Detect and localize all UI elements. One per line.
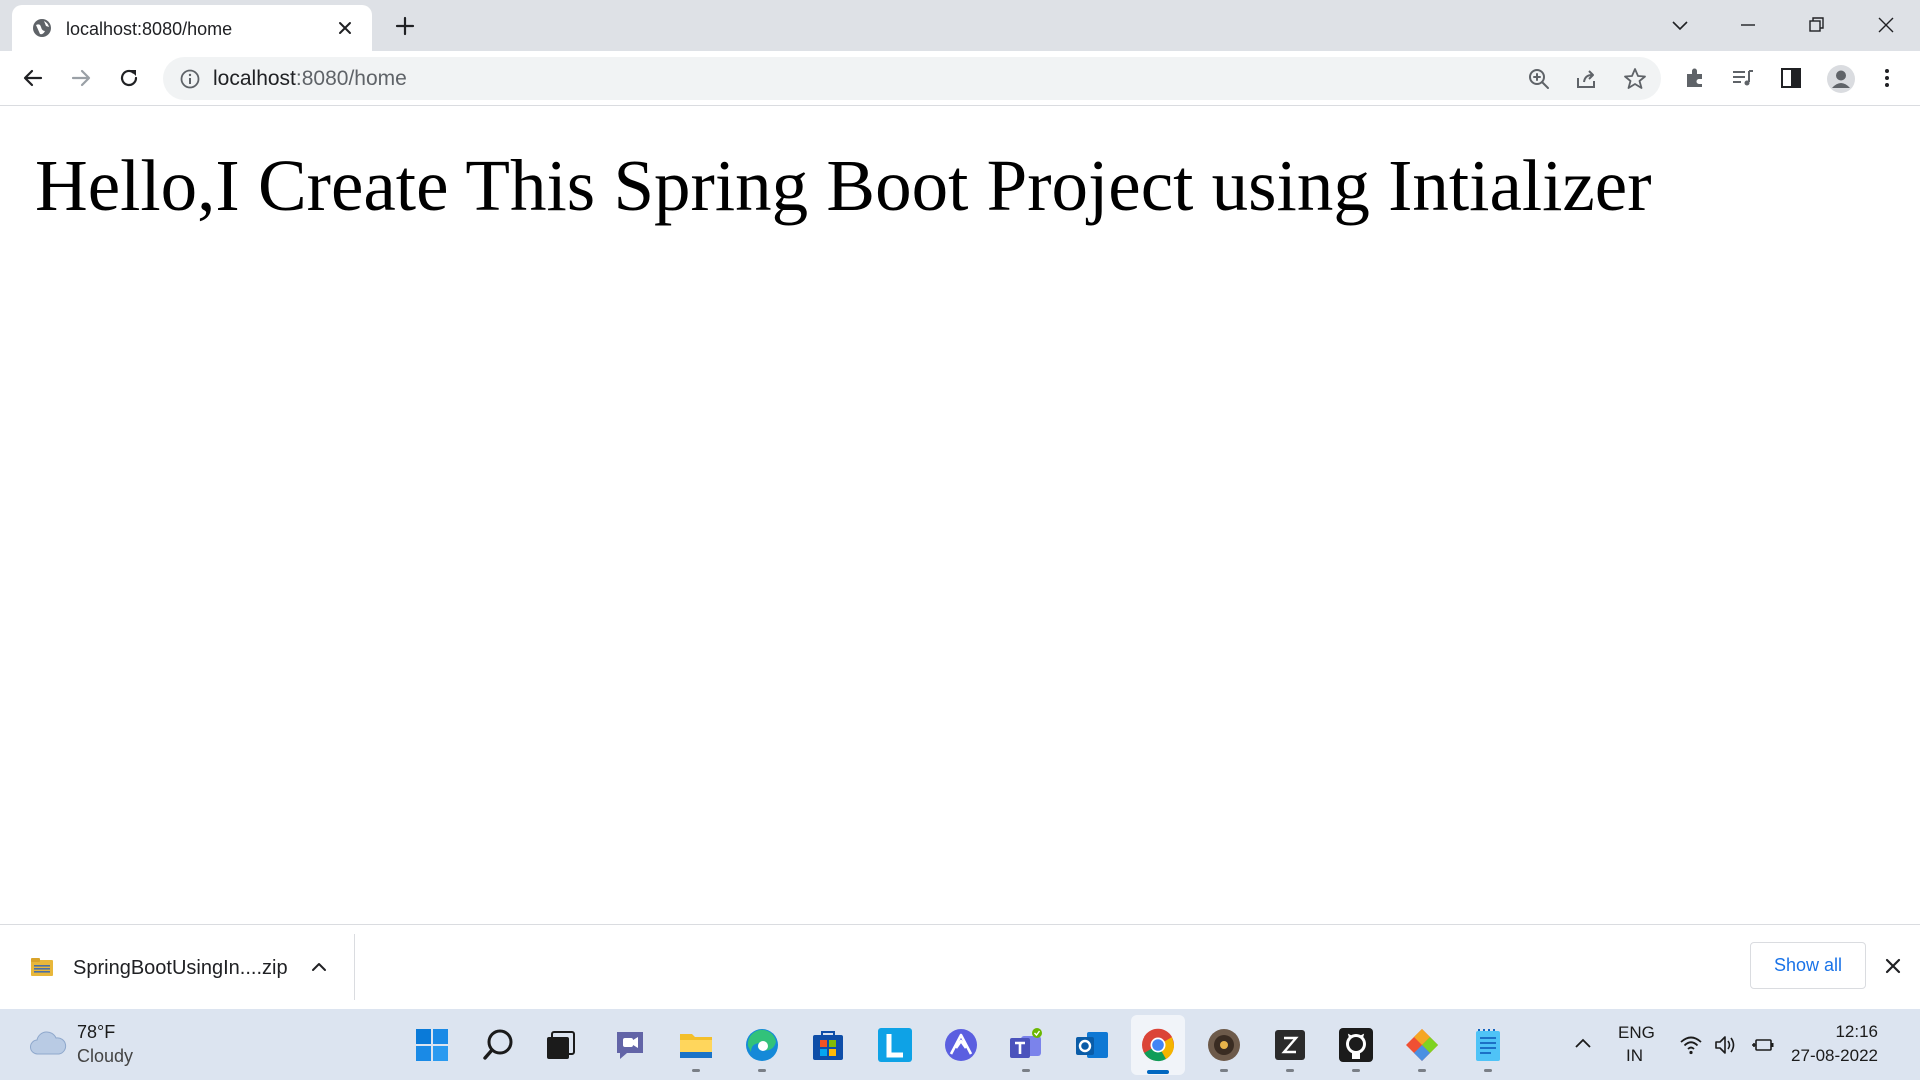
reload-icon[interactable]: [116, 65, 142, 91]
task-view-icon[interactable]: [541, 1026, 579, 1064]
browser-toolbar: localhost:8080/home: [0, 51, 1920, 106]
volume-icon[interactable]: [1713, 1033, 1737, 1057]
language-code: ENG: [1618, 1023, 1655, 1042]
browser-tab[interactable]: localhost:8080/home: [12, 5, 372, 51]
web-page: Hello,I Create This Spring Boot Project …: [0, 106, 1920, 924]
chat-icon[interactable]: [611, 1026, 649, 1064]
battery-icon[interactable]: [1751, 1033, 1775, 1057]
github-icon[interactable]: [1337, 1026, 1375, 1064]
wifi-icon[interactable]: [1679, 1033, 1703, 1057]
running-indicator: [1484, 1069, 1492, 1072]
edge-browser-icon[interactable]: [743, 1026, 781, 1064]
reading-list-icon[interactable]: [1730, 65, 1756, 91]
page-heading: Hello,I Create This Spring Boot Project …: [35, 145, 1652, 226]
url-text[interactable]: localhost:8080/home: [213, 67, 407, 91]
microsoft-store-icon[interactable]: [809, 1026, 847, 1064]
site-info-icon[interactable]: [179, 68, 201, 90]
git-icon[interactable]: [1403, 1026, 1441, 1064]
back-icon[interactable]: [20, 65, 46, 91]
app-a-icon[interactable]: [942, 1026, 980, 1064]
z-app-icon[interactable]: [1271, 1026, 1309, 1064]
chrome-icon[interactable]: [1139, 1026, 1177, 1064]
ide-app-icon[interactable]: [1205, 1026, 1243, 1064]
running-indicator: [1286, 1069, 1294, 1072]
url-host: localhost: [213, 67, 296, 90]
lens-app-icon[interactable]: [876, 1026, 914, 1064]
side-panel-icon[interactable]: [1778, 65, 1804, 91]
download-file-name: SpringBootUsingIn....zip: [73, 957, 288, 979]
extensions-icon[interactable]: [1682, 65, 1708, 91]
chevron-up-icon[interactable]: [309, 957, 329, 977]
download-shelf: SpringBootUsingIn....zip Show all: [0, 924, 1920, 1009]
windows-taskbar: 78°F Cloudy ENG IN 12:16 27-08-2022: [0, 1009, 1920, 1080]
clock-date: 27-08-2022: [1791, 1046, 1878, 1065]
close-window-icon[interactable]: [1871, 10, 1901, 40]
teams-icon[interactable]: [1007, 1026, 1045, 1064]
tab-title: localhost:8080/home: [66, 19, 233, 39]
cloud-icon: [30, 1031, 67, 1055]
close-shelf-icon[interactable]: [1882, 955, 1904, 977]
region-code: IN: [1626, 1046, 1643, 1065]
profile-icon[interactable]: [1826, 64, 1856, 94]
close-tab-icon[interactable]: [335, 18, 355, 38]
address-bar[interactable]: localhost:8080/home: [163, 57, 1661, 100]
running-indicator: [758, 1069, 766, 1072]
running-indicator: [1220, 1069, 1228, 1072]
notepad-icon[interactable]: [1469, 1026, 1507, 1064]
url-path: :8080/home: [295, 67, 407, 90]
weather-condition: Cloudy: [77, 1046, 134, 1066]
tab-search-chevron-icon[interactable]: [1665, 10, 1695, 40]
bookmark-star-icon[interactable]: [1622, 66, 1648, 92]
download-separator: [354, 934, 355, 1000]
globe-icon: [33, 19, 51, 37]
running-indicator: [1418, 1069, 1426, 1072]
search-icon[interactable]: [480, 1026, 518, 1064]
active-indicator: [1147, 1070, 1169, 1074]
zip-file-icon: [31, 958, 53, 976]
download-item[interactable]: SpringBootUsingIn....zip: [0, 925, 355, 1009]
clock-time: 12:16: [1835, 1022, 1878, 1041]
new-tab-icon[interactable]: [392, 13, 418, 39]
start-icon[interactable]: [413, 1026, 451, 1064]
file-explorer-icon[interactable]: [677, 1026, 715, 1064]
minimize-icon[interactable]: [1733, 10, 1763, 40]
show-all-button[interactable]: Show all: [1750, 942, 1866, 989]
share-icon[interactable]: [1574, 66, 1600, 92]
running-indicator: [692, 1069, 700, 1072]
tab-strip: localhost:8080/home: [0, 0, 1920, 51]
zoom-icon[interactable]: [1526, 66, 1552, 92]
forward-icon[interactable]: [68, 65, 94, 91]
restore-icon[interactable]: [1801, 10, 1831, 40]
outlook-icon[interactable]: [1073, 1026, 1111, 1064]
weather-temperature: 78°F: [77, 1022, 116, 1042]
running-indicator: [1022, 1069, 1030, 1072]
running-indicator: [1352, 1069, 1360, 1072]
menu-icon[interactable]: [1874, 65, 1900, 91]
show-hidden-icons-chevron-icon[interactable]: [1572, 1033, 1594, 1055]
